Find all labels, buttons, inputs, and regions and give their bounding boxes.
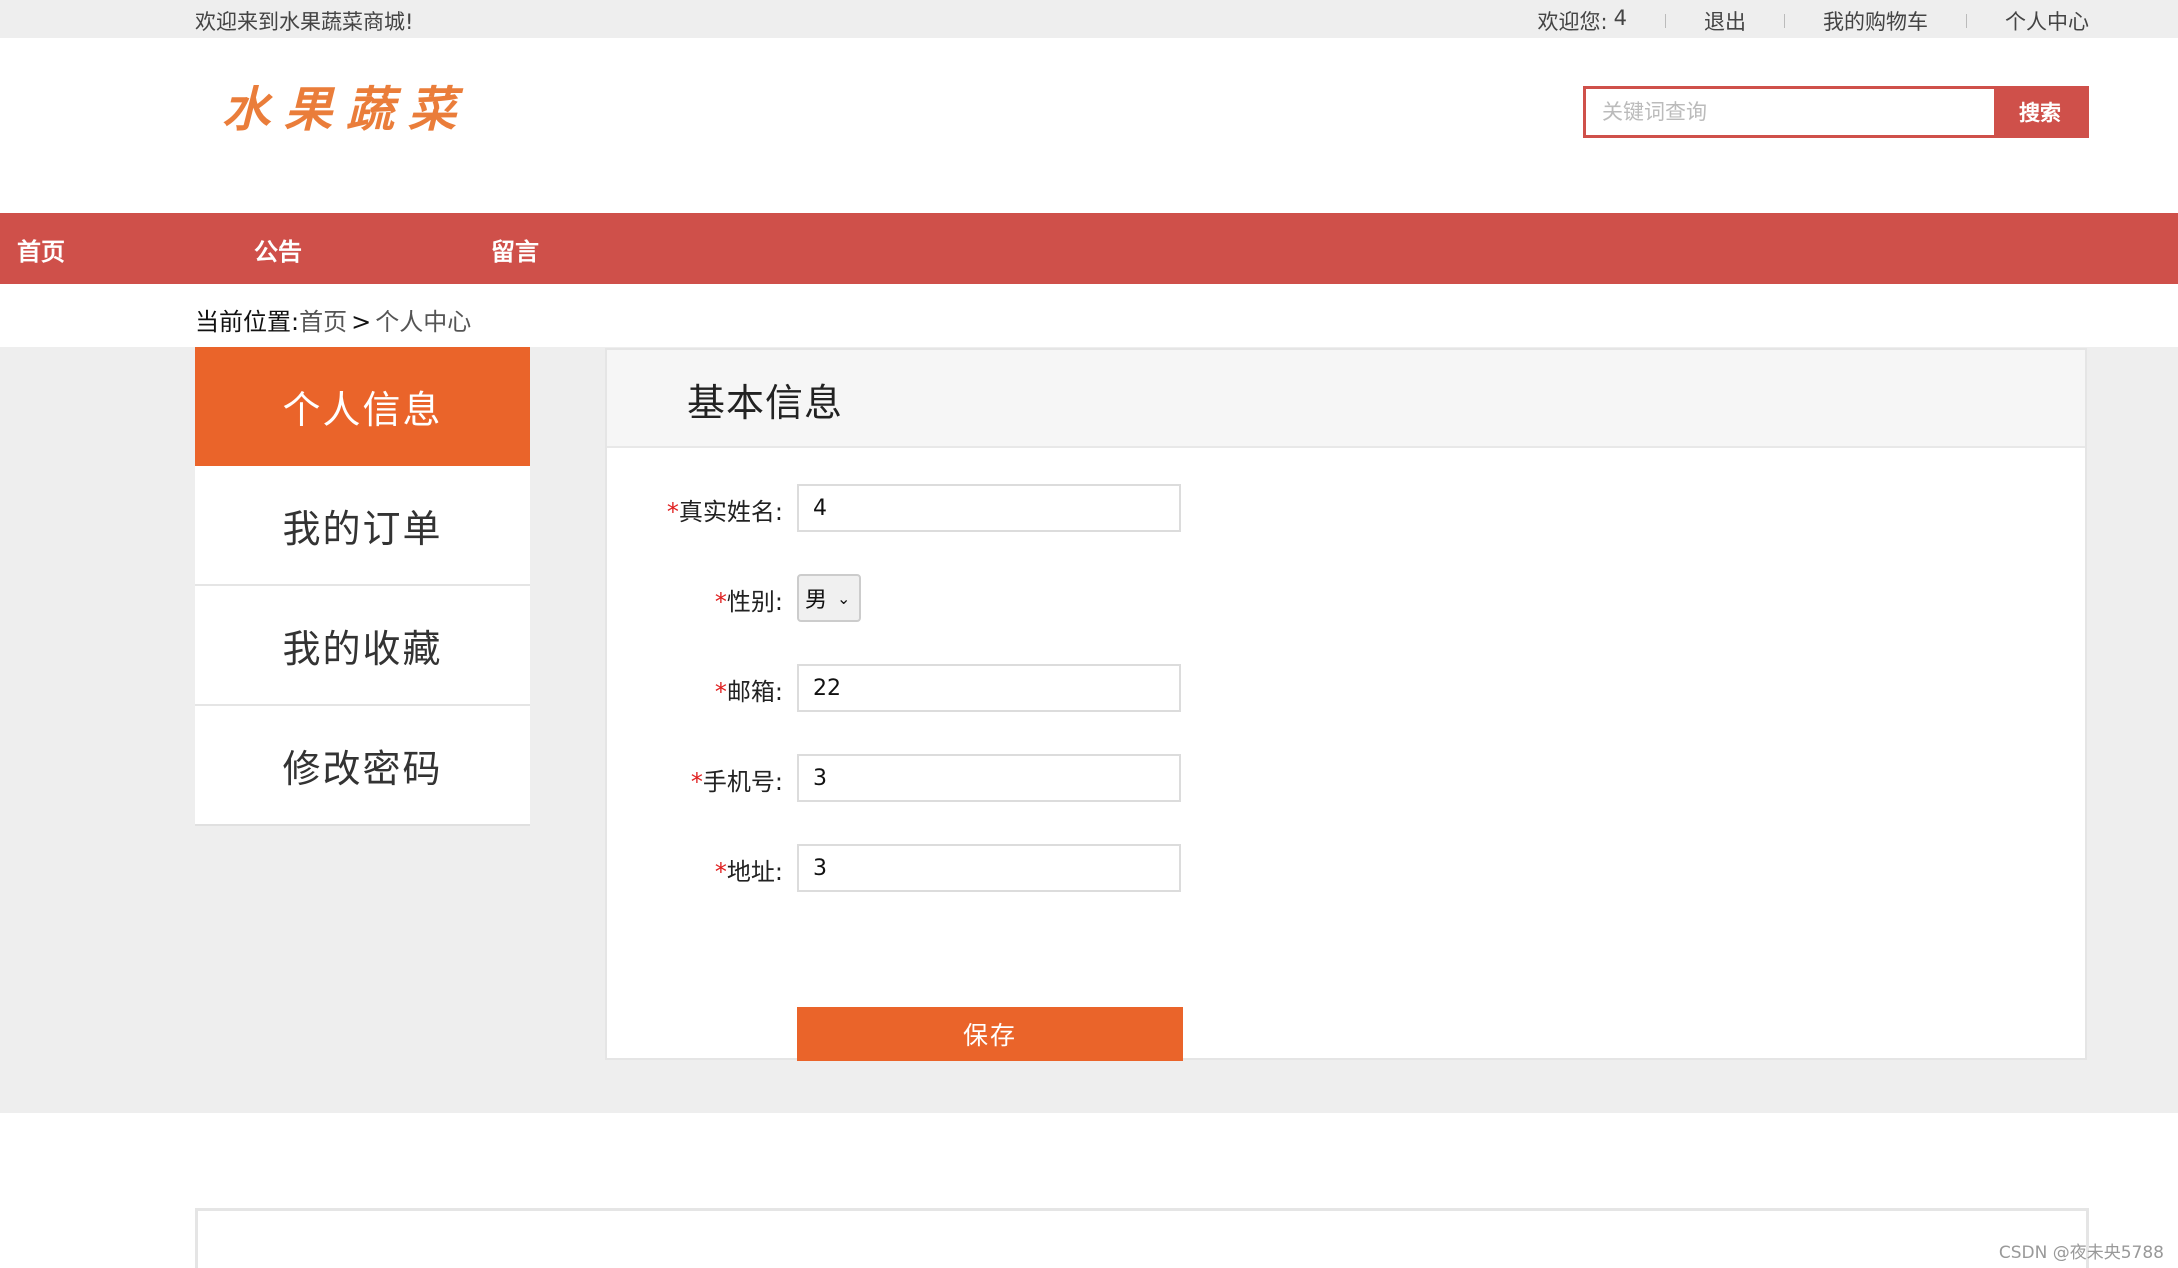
main-nav: 首页 公告 留言 — [0, 213, 2178, 284]
breadcrumb-home[interactable]: 首页 — [299, 308, 347, 336]
breadcrumb-separator: > — [351, 308, 372, 336]
current-user: 欢迎您: 4 — [1538, 6, 1627, 36]
cart-link[interactable]: 我的购物车 — [1823, 6, 1928, 36]
phone-label: *手机号: — [690, 768, 783, 796]
sidebar-item-change-password[interactable]: 修改密码 — [195, 706, 530, 826]
breadcrumb-current: 个人中心 — [375, 308, 472, 336]
welcome-text: 欢迎来到水果蔬菜商城! — [195, 10, 414, 34]
top-links: 欢迎您: 4 退出 我的购物车 个人中心 — [1538, 6, 2089, 36]
field-email: *邮箱: — [607, 664, 1607, 712]
nav-item-notice[interactable]: 公告 — [254, 232, 302, 267]
gender-select[interactable]: 男 ⌄ — [797, 574, 861, 622]
divider — [1966, 14, 1967, 28]
breadcrumb-label: 当前位置: — [195, 308, 300, 336]
address-label: *地址: — [714, 858, 783, 886]
panel-title: 基本信息 — [687, 381, 844, 425]
breadcrumb: 当前位置:首页 > 个人中心 — [195, 302, 471, 337]
required-mark: * — [666, 498, 679, 526]
email-input[interactable] — [797, 664, 1181, 712]
footer-box — [195, 1208, 2089, 1268]
required-mark: * — [690, 768, 703, 796]
address-input[interactable] — [797, 844, 1181, 892]
basic-info-panel: 基本信息 *真实姓名: *性别: 男 ⌄ *邮箱: *手机号: *地址: 保存 — [605, 348, 2087, 1061]
nav-item-home[interactable]: 首页 — [17, 232, 65, 267]
email-label: *邮箱: — [714, 678, 783, 706]
search-box: 搜索 — [1583, 86, 2089, 138]
field-phone: *手机号: — [607, 754, 1607, 802]
username: 4 — [1613, 6, 1627, 30]
site-logo[interactable]: 水果蔬菜 — [222, 70, 470, 140]
field-realname: *真实姓名: — [607, 484, 1607, 532]
required-mark: * — [714, 588, 727, 616]
phone-input[interactable] — [797, 754, 1181, 802]
search-input[interactable] — [1586, 89, 1994, 135]
required-mark: * — [714, 858, 727, 886]
field-address: *地址: — [607, 844, 1607, 892]
sidebar-item-profile-info[interactable]: 个人信息 — [195, 347, 530, 466]
gender-label: *性别: — [714, 588, 783, 616]
profile-link[interactable]: 个人中心 — [2005, 6, 2089, 36]
search-button[interactable]: 搜索 — [1994, 89, 2086, 135]
divider — [1784, 14, 1785, 28]
gender-selected-value: 男 — [805, 588, 828, 613]
chevron-down-icon: ⌄ — [837, 588, 851, 608]
panel-header: 基本信息 — [607, 350, 2085, 448]
realname-label: *真实姓名: — [666, 498, 783, 526]
field-gender: *性别: 男 ⌄ — [607, 574, 1607, 622]
nav-item-messages[interactable]: 留言 — [491, 232, 539, 267]
sidebar-item-orders[interactable]: 我的订单 — [195, 466, 530, 586]
top-bar: 欢迎来到水果蔬菜商城! 欢迎您: 4 退出 我的购物车 个人中心 — [0, 0, 2178, 38]
sidebar-item-favorites[interactable]: 我的收藏 — [195, 586, 530, 706]
save-button[interactable]: 保存 — [797, 1007, 1183, 1061]
watermark: CSDN @夜未央5788 — [1998, 1243, 2164, 1263]
required-mark: * — [714, 678, 727, 706]
realname-input[interactable] — [797, 484, 1181, 532]
user-label: 欢迎您: — [1537, 10, 1608, 34]
divider — [1665, 14, 1666, 28]
sidebar: 个人信息 我的订单 我的收藏 修改密码 — [195, 347, 530, 826]
logout-link[interactable]: 退出 — [1704, 6, 1746, 36]
